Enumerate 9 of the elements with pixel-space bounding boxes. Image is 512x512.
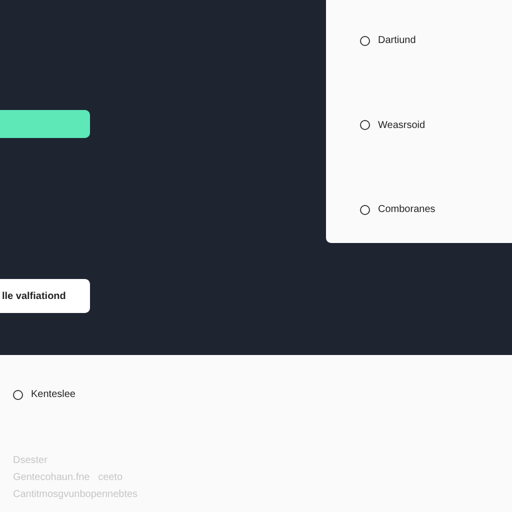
action-button[interactable]: lle valfiationd <box>0 279 90 313</box>
option-label: Weasrsoid <box>378 120 426 130</box>
radio-button[interactable] <box>360 36 370 46</box>
radio-button[interactable] <box>13 390 23 400</box>
radio-button[interactable] <box>360 120 370 130</box>
option-label: Comboranes <box>378 204 436 215</box>
option-label: Dartiund <box>378 35 416 46</box>
radio-button[interactable] <box>360 204 370 214</box>
option-label: Kenteslee <box>31 389 76 400</box>
